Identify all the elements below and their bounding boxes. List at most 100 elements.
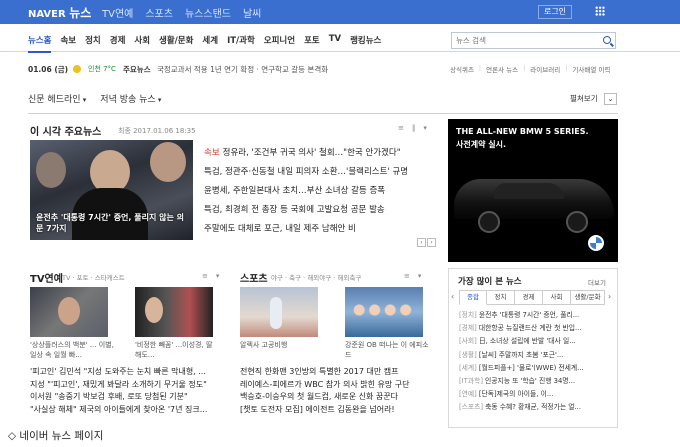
tv-controls: ≡ ▾ <box>202 272 219 280</box>
sub-links: 상식퀴즈 | 언론사 뉴스 | 라이브러리 | 기사배열 이력 <box>450 64 611 74</box>
weather-text[interactable]: 인천 7°C <box>88 64 116 74</box>
evening-broadcast-select[interactable]: 저녁 방송 뉴스 <box>100 92 161 105</box>
prev-arrow-icon[interactable]: ‹ <box>417 238 426 247</box>
headline-item[interactable]: 속보 정유라, '조건부 귀국 의사' 철회…"한국 안가겠다" <box>204 144 444 163</box>
tv-section-title[interactable]: TV연예 <box>30 270 63 285</box>
headline-item[interactable]: 특검, 정관주·신동철 내일 피의자 소환…'블랙리스트' 규명 <box>204 163 444 182</box>
main-news-title[interactable]: 이 시각 주요뉴스 <box>30 123 101 138</box>
collapse-icon[interactable]: ▾ <box>418 272 422 280</box>
tab-breaking[interactable]: 속보 <box>60 34 76 53</box>
tab-overall[interactable]: 종합 <box>459 290 487 305</box>
popular-more-link[interactable]: 더보기 <box>588 277 606 287</box>
search-box <box>451 32 616 49</box>
popular-news-title[interactable]: 가장 많이 본 뉴스 <box>458 275 522 287</box>
main-news-photo[interactable]: 윤전추 '대통령 7시간' 증언, 풀리지 않는 의문 7가지 <box>30 140 193 240</box>
headline-list: 속보 정유라, '조건부 귀국 의사' 철회…"한국 안가겠다" 특검, 정관주·… <box>204 144 444 239</box>
collapse-icon[interactable]: ▾ <box>423 124 427 132</box>
top-nav: TV연예 스포츠 뉴스스탠드 날씨 <box>102 5 261 20</box>
news-ticker[interactable]: 주요뉴스 국정교과서 적용 1년 연기 확정 · 연구학교 갈등 본격화 <box>123 64 443 75</box>
tab-politics[interactable]: 정치 <box>487 290 515 305</box>
link-press-news[interactable]: 언론사 뉴스 <box>486 64 518 74</box>
sports-section-title[interactable]: 스포츠 <box>240 270 268 285</box>
tv-section-sub[interactable]: TV · 포토 · 스타캐스트 <box>62 272 125 282</box>
list-item[interactable]: '피고인' 김민석 "지성 도와주는 눈치 빠른 막내형, ... <box>30 366 220 379</box>
list-icon[interactable]: ≡ <box>404 272 410 280</box>
naver-logo[interactable]: NAVER 뉴스 <box>28 4 91 21</box>
date-display: 01.06 (금) <box>28 65 69 74</box>
divider <box>28 113 618 114</box>
main-news-time: 최종 2017.01.06 18:35 <box>118 127 196 135</box>
sports-thumb-2[interactable] <box>345 287 423 337</box>
headline-item[interactable]: 특검, 최경희 전 총장 등 국회에 고발요청 공문 발송 <box>204 201 444 220</box>
list-item[interactable]: [사회] 日, 소녀상 설립에 반발 '대사 일... <box>459 335 609 348</box>
chevron-down-icon[interactable]: ⌄ <box>604 93 617 105</box>
link-quiz[interactable]: 상식퀴즈 <box>450 64 474 74</box>
list-item[interactable]: 지성 "'피고인', 재밌게 봐달라 소개하기 무거울 정도" <box>30 379 220 392</box>
tab-prev-icon[interactable]: ‹ <box>451 292 454 301</box>
tab-life-culture[interactable]: 생활/문화 <box>159 34 193 53</box>
sports-thumb-caption[interactable]: 알렉사 고공비행 <box>240 340 324 350</box>
list-item[interactable]: [생활] [날씨] 주말까지 초봄 '포근'... <box>459 349 609 362</box>
headline-item[interactable]: 주말에도 대체로 포근, 내일 제주 남해안 비 <box>204 220 444 239</box>
apps-grid-icon[interactable] <box>595 6 605 16</box>
list-item[interactable]: 백승호-이승우의 첫 월드컵, 새로운 신화 꿈꾼다 <box>240 391 440 404</box>
list-item[interactable]: [챗토 도전자 모집] 에이전트 김동완을 넘어라! <box>240 404 440 417</box>
tab-society[interactable]: 사회 <box>134 34 150 53</box>
headline-item[interactable]: 윤병세, 주한일본대사 초치…부산 소녀상 갈등 증폭 <box>204 182 444 201</box>
tv-thumb-caption[interactable]: '비정한 빼꼼' ...이성경, 딸 해도... <box>135 340 219 360</box>
ticker-text: 국정교과서 적용 1년 연기 확정 · 연구학교 갈등 본격화 <box>157 65 329 74</box>
bmw-ad-banner[interactable]: THE ALL-NEW BMW 5 SERIES. 사전계약 실시. <box>448 119 618 262</box>
nav-weather[interactable]: 날씨 <box>243 5 261 20</box>
tab-it-science[interactable]: IT/과학 <box>227 34 255 53</box>
collapse-icon[interactable]: ▾ <box>216 272 220 280</box>
expand-view-label[interactable]: 펼쳐보기 <box>570 93 598 104</box>
nav-tv-entertainment[interactable]: TV연예 <box>102 5 133 20</box>
tab-tv[interactable]: TV <box>329 34 341 53</box>
list-item[interactable]: [스포츠] 축동 수혜? 황재균, 적정가는 얼... <box>459 401 609 414</box>
tab-economy[interactable]: 경제 <box>515 290 543 305</box>
tv-thumb-2[interactable] <box>135 287 213 337</box>
sports-section-sub[interactable]: 야구 · 축구 · 해외야구 · 해외축구 <box>271 272 361 282</box>
search-input[interactable] <box>452 33 597 48</box>
sports-thumb-1[interactable] <box>240 287 318 337</box>
pause-icon[interactable]: ‖ <box>412 124 416 132</box>
newspaper-headline-select[interactable]: 신문 헤드라인 <box>28 92 86 105</box>
tab-politics[interactable]: 정치 <box>85 34 101 53</box>
tv-thumb-caption[interactable]: '상상플러스의 백분' ... 이별, 일상 속 일월 빠... <box>30 340 114 360</box>
tab-world[interactable]: 세계 <box>202 34 218 53</box>
login-button[interactable]: 로그인 <box>538 5 572 19</box>
list-item[interactable]: [세계] [월드피플+] '물로'(WWE) 전세계... <box>459 362 609 375</box>
tab-ranking[interactable]: 랭킹뉴스 <box>350 34 381 53</box>
link-library[interactable]: 라이브러리 <box>530 64 560 74</box>
list-item[interactable]: [정치] 윤전추 '대통령 7시간' 증언, 풀리... <box>459 309 609 322</box>
tab-life-culture[interactable]: 생활/문화 <box>571 290 605 305</box>
list-item[interactable]: 이서원 "송중기 박보검 후배, 로또 당첨된 기분" <box>30 391 220 404</box>
bmw-logo <box>588 235 604 251</box>
list-item[interactable]: [경제] 대한항공 뉴질랜드산 계란 첫 반입... <box>459 322 609 335</box>
list-item[interactable]: [연예] [단독]제국의 아이들, 이... <box>459 388 609 401</box>
popular-news-list: [정치] 윤전추 '대통령 7시간' 증언, 풀리... [경제] 대한항공 뉴질랜… <box>459 309 609 415</box>
tv-thumb-1[interactable] <box>30 287 108 337</box>
tab-economy[interactable]: 경제 <box>110 34 126 53</box>
car-image <box>454 179 614 219</box>
tab-society[interactable]: 사회 <box>543 290 571 305</box>
list-item[interactable]: "사실상 해체" 제국의 아이들에게 찾아온 '7년 징크... <box>30 404 220 417</box>
tab-opinion[interactable]: 오피니언 <box>264 34 295 53</box>
tab-news-home[interactable]: 뉴스홈 <box>28 34 52 53</box>
photo-caption: 윤전추 '대통령 7시간' 증언, 풀리지 않는 의문 7가지 <box>36 213 184 233</box>
search-icon[interactable] <box>603 36 611 44</box>
top-bar: NAVER 뉴스 TV연예 스포츠 뉴스스탠드 날씨 로그인 <box>0 0 680 24</box>
list-icon[interactable]: ≡ <box>202 272 208 280</box>
tab-next-icon[interactable]: › <box>608 292 611 301</box>
list-item[interactable]: 전현직 한화맨 3인방의 특별한 2017 대만 캠프 <box>240 366 440 379</box>
tab-photo[interactable]: 포토 <box>304 34 320 53</box>
nav-sports[interactable]: 스포츠 <box>145 5 173 20</box>
next-arrow-icon[interactable]: › <box>427 238 436 247</box>
list-item[interactable]: 레이예스-피에르가 WBC 참가 의사 밝힌 유망 구단 <box>240 379 440 392</box>
sports-thumb-caption[interactable]: 강준원 OB 떠나는 이 에피소드 <box>345 340 429 360</box>
sports-news-list: 전현직 한화맨 3인방의 특별한 2017 대만 캠프 레이예스-피에르가 WB… <box>240 366 440 416</box>
link-history[interactable]: 기사배열 이력 <box>572 64 610 74</box>
list-item[interactable]: [IT과학] 인공지능 또 '학습' 진행 34명... <box>459 375 609 388</box>
list-icon[interactable]: ≡ <box>398 124 404 132</box>
nav-newsstand[interactable]: 뉴스스탠드 <box>185 5 231 20</box>
